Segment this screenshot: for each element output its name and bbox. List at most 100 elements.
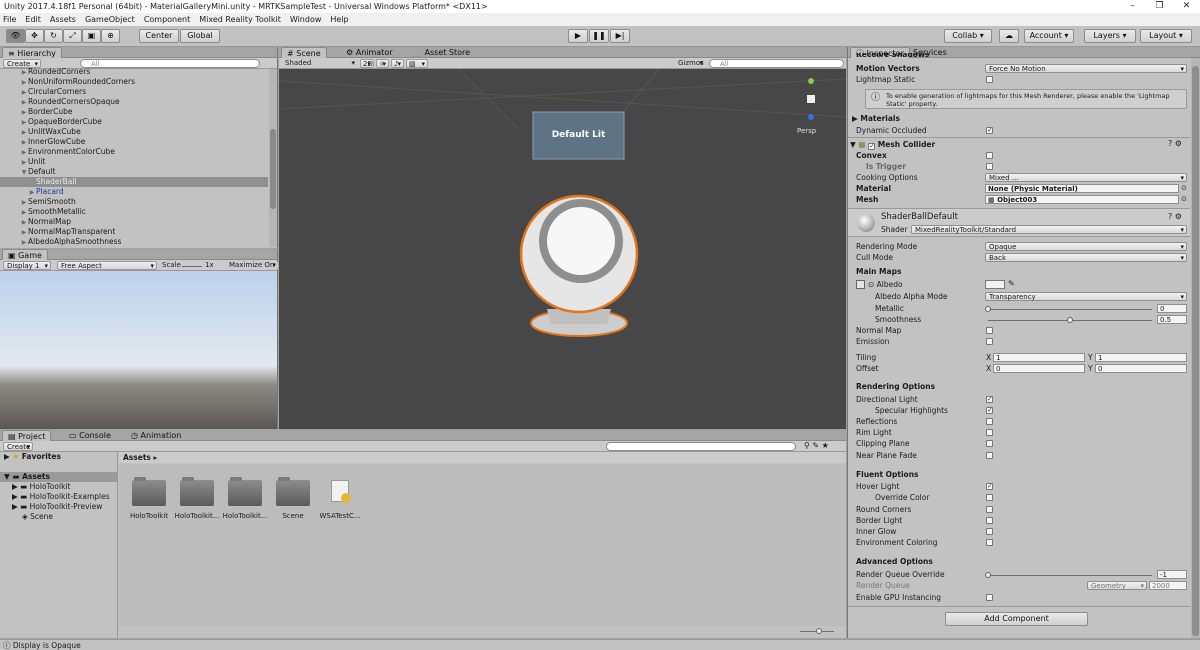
- render-queue-override-slider[interactable]: [988, 575, 1152, 576]
- folder-icon[interactable]: [132, 477, 166, 506]
- project-breadcrumb[interactable]: Assets ▸: [119, 452, 846, 463]
- tab-asset-store[interactable]: 🛒 Asset Store: [407, 47, 475, 58]
- physic-material-field[interactable]: None (Physic Material): [985, 184, 1179, 193]
- inspector-scrollbar[interactable]: [1191, 58, 1200, 638]
- object-picker-icon[interactable]: ⊙: [1181, 184, 1187, 192]
- tab-animator[interactable]: ⚙ Animator: [341, 47, 398, 58]
- maximize-icon[interactable]: ❐: [1146, 0, 1173, 13]
- tab-animation[interactable]: ◷ Animation: [126, 430, 186, 441]
- list-item[interactable]: ▶ ▬ HoloToolkit: [0, 482, 117, 492]
- minimize-icon[interactable]: –: [1119, 0, 1146, 13]
- list-item[interactable]: ▶ RoundedCorners: [0, 67, 268, 77]
- environment-coloring-checkbox[interactable]: [986, 539, 993, 546]
- rotate-tool-icon[interactable]: ↻: [44, 29, 63, 43]
- inspector-scroll-thumb[interactable]: [1192, 66, 1199, 636]
- add-component-button[interactable]: Add Component: [945, 612, 1088, 626]
- menu-help[interactable]: Help: [330, 15, 348, 24]
- lighting-toggle-icon[interactable]: ☼: [376, 59, 389, 69]
- albedo-texture-slot[interactable]: [856, 280, 865, 289]
- assets-root-row[interactable]: ▼ ▬ Assets: [0, 472, 117, 482]
- motion-vectors-dropdown[interactable]: Force No Motion: [985, 64, 1187, 73]
- scale-tool-icon[interactable]: ⤢: [63, 29, 82, 43]
- list-item[interactable]: ▼ Default: [0, 167, 268, 177]
- move-tool-icon[interactable]: ✥: [25, 29, 44, 43]
- render-queue-override-knob[interactable]: [985, 572, 991, 578]
- menu-file[interactable]: File: [3, 15, 16, 24]
- cooking-options-dropdown[interactable]: Mixed ...: [985, 173, 1187, 182]
- tiling-y-field[interactable]: 1: [1095, 353, 1187, 362]
- list-item[interactable]: ▶ Placard: [0, 187, 268, 197]
- list-item[interactable]: ▶ Unlit: [0, 157, 268, 167]
- layout-dropdown[interactable]: Layout ▾: [1140, 29, 1192, 43]
- maximize-on-play-button[interactable]: Maximize On Pl: [226, 261, 278, 278]
- eyedropper-icon[interactable]: ✎: [1008, 279, 1015, 288]
- tiling-x-field[interactable]: 1: [993, 353, 1085, 362]
- override-color-checkbox[interactable]: [986, 494, 993, 501]
- metallic-slider-knob[interactable]: [985, 306, 991, 312]
- display-dropdown[interactable]: Display 1: [3, 261, 51, 271]
- shader-dropdown[interactable]: MixedRealityToolkit/Standard: [911, 225, 1187, 234]
- rect-tool-icon[interactable]: ▣: [82, 29, 101, 43]
- list-item[interactable]: ▶ UnlitWaxCube: [0, 127, 268, 137]
- list-item[interactable]: ▶ AlbedoAlphaSmoothness: [0, 237, 268, 247]
- convex-checkbox[interactable]: [986, 152, 993, 159]
- list-item[interactable]: ▶ NormalMap: [0, 217, 268, 227]
- round-corners-checkbox[interactable]: [986, 506, 993, 513]
- offset-x-field[interactable]: 0: [993, 364, 1085, 373]
- list-item[interactable]: ▶ ▬ HoloToolkit-Examples: [0, 492, 117, 502]
- project-search-input[interactable]: [606, 442, 796, 451]
- scale-slider[interactable]: [182, 266, 202, 267]
- offset-y-field[interactable]: 0: [1095, 364, 1187, 373]
- list-item[interactable]: ▶ CircularCorners: [0, 87, 268, 97]
- effects-dropdown-icon[interactable]: ▨: [406, 59, 428, 69]
- document-icon[interactable]: [331, 480, 351, 503]
- list-item[interactable]: ▶ OpaqueBorderCube: [0, 117, 268, 127]
- list-item[interactable]: ▶ EnvironmentColorCube: [0, 147, 268, 157]
- mesh-collider-header[interactable]: ▼ ▦ ✓ Mesh Collider: [850, 139, 935, 150]
- clipping-plane-checkbox[interactable]: [986, 440, 993, 447]
- hierarchy-scroll-thumb[interactable]: [270, 129, 276, 209]
- cull-mode-dropdown[interactable]: Back: [985, 253, 1187, 262]
- persp-label[interactable]: Persp: [797, 127, 816, 135]
- tab-console[interactable]: ▭ Console: [64, 430, 116, 441]
- layers-dropdown[interactable]: Layers ▾: [1084, 29, 1136, 43]
- menu-edit[interactable]: Edit: [25, 15, 41, 24]
- mesh-field[interactable]: ▦ Object003: [985, 195, 1179, 204]
- audio-toggle-icon[interactable]: ♪: [391, 59, 404, 69]
- transform-tool-icon[interactable]: ⊕: [101, 29, 120, 43]
- metallic-slider[interactable]: [988, 309, 1152, 310]
- list-item-selected[interactable]: ShaderBall: [0, 177, 268, 187]
- directional-light-checkbox[interactable]: ✓: [986, 396, 993, 403]
- gizmos-dropdown[interactable]: Gizmos: [675, 59, 705, 68]
- albedo-alpha-mode-dropdown[interactable]: Transparency: [985, 292, 1187, 301]
- render-queue-override-field[interactable]: -1: [1157, 570, 1187, 579]
- object-picker-icon[interactable]: ⊙: [1181, 195, 1187, 203]
- rendering-mode-dropdown[interactable]: Opaque: [985, 242, 1187, 251]
- mode-2d-toggle[interactable]: 2D: [360, 59, 374, 69]
- specular-highlights-checkbox[interactable]: ✓: [986, 407, 993, 414]
- list-item[interactable]: ◈ Scene: [0, 512, 117, 522]
- dynamic-occluded-checkbox[interactable]: ✓: [986, 127, 993, 134]
- near-plane-fade-checkbox[interactable]: [986, 452, 993, 459]
- list-item[interactable]: ▶ SemiSmooth: [0, 197, 268, 207]
- mesh-collider-enabled-checkbox[interactable]: ✓: [868, 143, 876, 150]
- tab-game[interactable]: ▣ Game: [2, 249, 48, 260]
- pivot-center-button[interactable]: Center: [139, 29, 179, 43]
- list-item[interactable]: ▶ SmoothMetallic: [0, 207, 268, 217]
- collab-button[interactable]: Collab ▾: [944, 29, 992, 43]
- close-icon[interactable]: ✕: [1173, 0, 1200, 13]
- menu-component[interactable]: Component: [144, 15, 190, 24]
- help-icon[interactable]: ? ⚙: [1168, 139, 1182, 148]
- list-item[interactable]: ▶ InnerGlowCube: [0, 137, 268, 147]
- favorites-row[interactable]: ▶ ★ Favorites: [0, 452, 117, 462]
- tab-project[interactable]: ▤ Project: [2, 430, 52, 441]
- pause-button[interactable]: ❚❚: [589, 29, 609, 43]
- scene-search-input[interactable]: All: [709, 59, 844, 68]
- folder-icon[interactable]: [180, 477, 214, 506]
- menu-gameobject[interactable]: GameObject: [85, 15, 135, 24]
- aspect-dropdown[interactable]: Free Aspect: [57, 261, 157, 271]
- account-dropdown[interactable]: Account ▾: [1024, 29, 1074, 43]
- normal-map-checkbox[interactable]: [986, 327, 993, 334]
- icon-size-knob[interactable]: [816, 628, 822, 634]
- menu-assets[interactable]: Assets: [50, 15, 76, 24]
